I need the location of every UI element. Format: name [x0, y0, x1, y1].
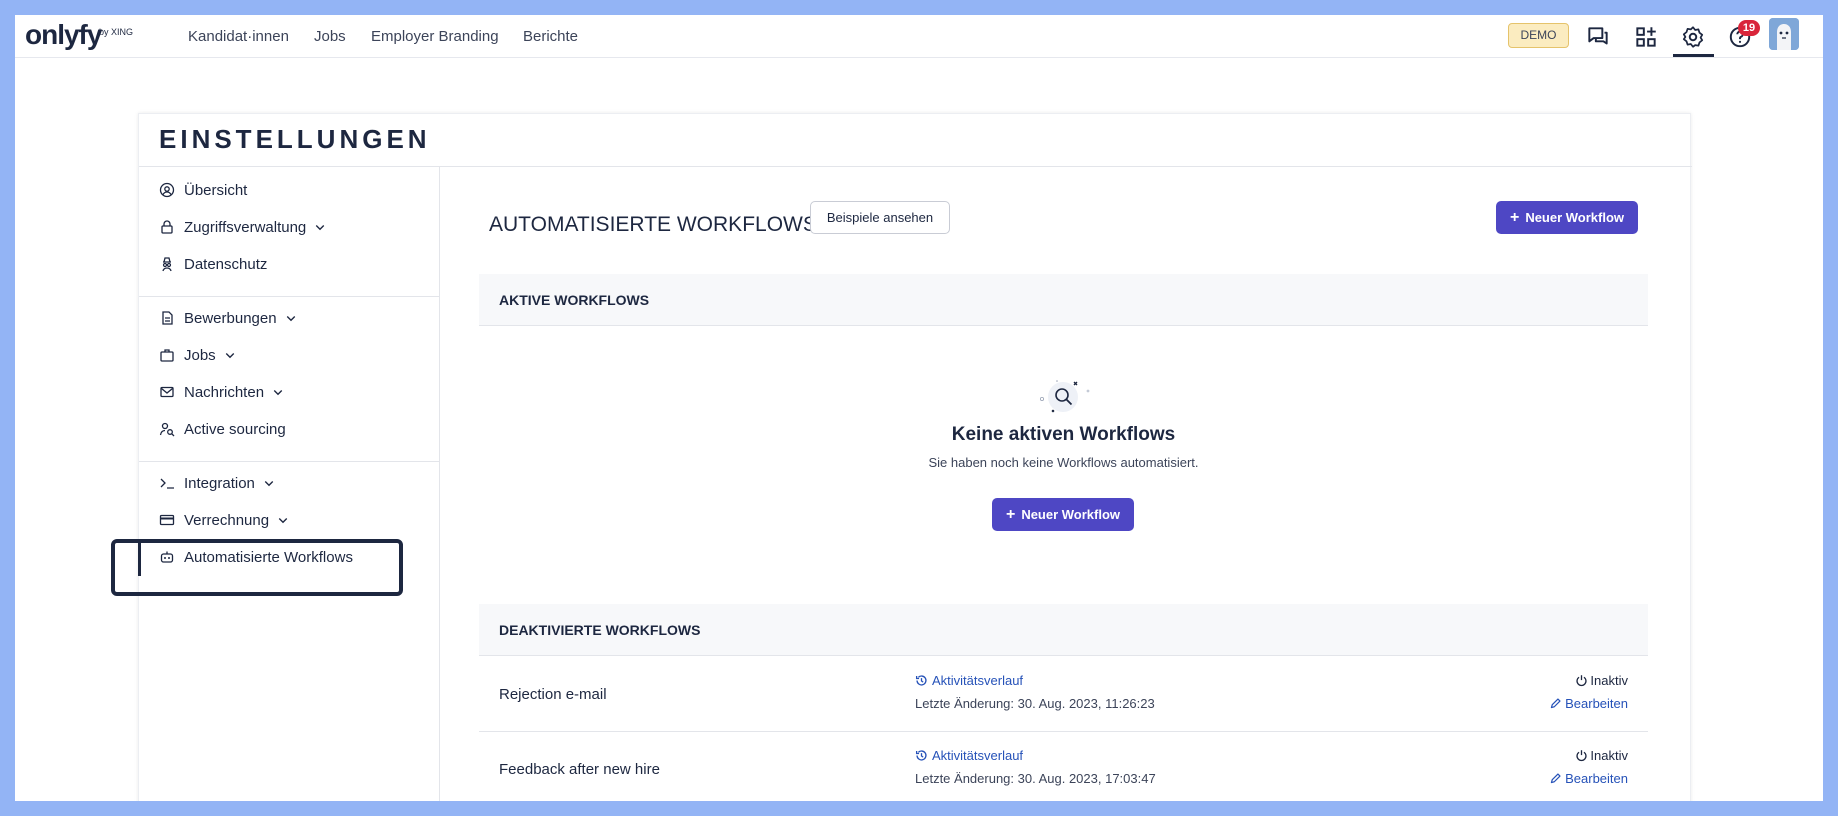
sidebar-item-uebersicht[interactable]: Übersicht — [159, 175, 247, 205]
section-title: AUTOMATISIERTE WORKFLOWS — [489, 213, 817, 236]
sidebar-item-label: Automatisierte Workflows — [184, 548, 353, 566]
status-toggle[interactable]: Inaktiv — [1575, 748, 1628, 763]
sidebar-item-active-sourcing[interactable]: Active sourcing — [159, 414, 286, 444]
nav-jobs[interactable]: Jobs — [314, 28, 346, 45]
workflow-name: Rejection e-mail — [499, 686, 607, 703]
edit-link[interactable]: Bearbeiten — [1549, 771, 1628, 786]
notification-badge: 19 — [1738, 20, 1760, 36]
empty-state-title: Keine aktiven Workflows — [951, 424, 1176, 445]
chevron-down-icon — [286, 316, 295, 322]
chat-icon[interactable] — [1585, 24, 1611, 50]
power-icon — [1576, 675, 1588, 687]
new-workflow-button[interactable]: + Neuer Workflow — [1496, 201, 1638, 234]
apps-add-icon[interactable] — [1633, 24, 1659, 50]
document-icon — [162, 311, 173, 325]
activity-history-link[interactable]: Aktivitätsverlauf — [915, 673, 1023, 688]
credit-card-icon — [159, 514, 175, 526]
terminal-icon — [160, 478, 174, 489]
last-modified: Letzte Änderung: 30. Aug. 2023, 17:03:47 — [915, 771, 1156, 786]
sidebar-item-label: Datenschutz — [184, 255, 268, 273]
power-icon — [1576, 750, 1588, 762]
sidebar-item-automatisierte-workflows[interactable]: Automatisierte Workflows — [159, 542, 353, 572]
chevron-down-icon — [278, 518, 288, 524]
activity-history-label: Aktivitätsverlauf — [932, 748, 1024, 763]
sidebar-item-label: Nachrichten — [184, 383, 265, 401]
history-icon — [915, 750, 927, 761]
sidebar-item-label: Bewerbungen — [184, 309, 277, 327]
sidebar-item-nachrichten[interactable]: Nachrichten — [159, 377, 293, 407]
avatar[interactable] — [1769, 18, 1799, 50]
page-title: EINSTELLUNGEN — [159, 124, 431, 154]
workflow-row: Feedback after new hire Aktivitätsverlau… — [479, 732, 1648, 801]
sidebar-divider — [139, 461, 439, 462]
sidebar-divider — [139, 296, 439, 297]
pencil-icon — [1550, 773, 1561, 784]
last-modified: Letzte Änderung: 30. Aug. 2023, 11:26:23 — [915, 696, 1155, 711]
empty-search-icon — [1039, 380, 1090, 413]
robot-icon — [160, 551, 174, 563]
history-icon — [915, 675, 927, 686]
settings-sidebar: Übersicht Zugriffsverwaltung Datenschutz… — [139, 167, 440, 801]
sidebar-item-label: Integration — [184, 474, 255, 492]
new-workflow-label: Neuer Workflow — [1021, 507, 1121, 522]
plus-icon: + — [1509, 208, 1520, 226]
chevron-down-icon — [264, 481, 274, 487]
sidebar-item-jobs[interactable]: Jobs — [159, 340, 245, 370]
plus-icon: + — [1005, 505, 1016, 523]
user-circle-icon — [159, 182, 175, 198]
active-workflows-header: AKTIVE WORKFLOWS — [479, 274, 1648, 326]
new-workflow-label: Neuer Workflow — [1525, 210, 1625, 225]
sidebar-item-bewerbungen[interactable]: Bewerbungen — [159, 303, 306, 333]
status-label: Inaktiv — [1590, 673, 1628, 688]
active-tab-indicator — [1673, 54, 1714, 57]
sidebar-active-indicator — [138, 540, 141, 576]
sidebar-item-label: Zugriffsverwaltung — [184, 218, 307, 236]
sidebar-item-datenschutz[interactable]: Datenschutz — [159, 249, 267, 279]
sidebar-item-verrechnung[interactable]: Verrechnung — [159, 505, 298, 535]
mail-icon — [160, 386, 174, 398]
nav-kandidatinnen[interactable]: Kandidat·innen — [188, 28, 289, 45]
briefcase-icon — [160, 349, 174, 362]
sidebar-item-label: Übersicht — [184, 181, 248, 199]
status-label: Inaktiv — [1590, 748, 1628, 763]
logo[interactable]: onlyfy — [25, 19, 102, 51]
chevron-down-icon — [316, 225, 325, 231]
edit-link[interactable]: Bearbeiten — [1549, 696, 1628, 711]
demo-badge: DEMO — [1508, 23, 1569, 48]
privacy-agent-icon — [162, 257, 172, 272]
inactive-workflows-header: DEAKTIVIERTE WORKFLOWS — [479, 604, 1648, 656]
chevron-down-icon — [273, 390, 283, 396]
pencil-icon — [1550, 698, 1561, 709]
lock-icon — [161, 220, 173, 234]
edit-label: Bearbeiten — [1565, 771, 1628, 786]
top-navigation: onlyfy by XING Kandidat·innen Jobs Emplo… — [15, 15, 1823, 58]
sidebar-item-label: Jobs — [184, 346, 216, 364]
new-workflow-button-empty[interactable]: + Neuer Workflow — [992, 498, 1134, 531]
app-window: onlyfy by XING Kandidat·innen Jobs Emplo… — [15, 15, 1823, 801]
sidebar-item-label: Active sourcing — [184, 420, 286, 438]
examples-button[interactable]: Beispiele ansehen — [810, 201, 950, 234]
chevron-down-icon — [225, 353, 234, 359]
nav-berichte[interactable]: Berichte — [523, 28, 578, 45]
activity-history-link[interactable]: Aktivitätsverlauf — [915, 748, 1023, 763]
sidebar-item-integration[interactable]: Integration — [159, 468, 284, 498]
user-search-icon — [159, 422, 175, 437]
gear-icon[interactable] — [1680, 24, 1706, 50]
sidebar-item-label: Verrechnung — [184, 511, 270, 529]
status-toggle[interactable]: Inaktiv — [1575, 673, 1628, 688]
nav-employer-branding[interactable]: Employer Branding — [371, 28, 499, 45]
edit-label: Bearbeiten — [1565, 696, 1628, 711]
sidebar-item-zugriffsverwaltung[interactable]: Zugriffsverwaltung — [159, 212, 335, 242]
workflow-name: Feedback after new hire — [499, 761, 660, 778]
empty-state-subtitle: Sie haben noch keine Workflows automatis… — [928, 455, 1199, 470]
workflow-row: Rejection e-mail Aktivitätsverlauf Letzt… — [479, 657, 1648, 732]
activity-history-label: Aktivitätsverlauf — [932, 673, 1024, 688]
logo-sub: by XING — [99, 27, 134, 37]
